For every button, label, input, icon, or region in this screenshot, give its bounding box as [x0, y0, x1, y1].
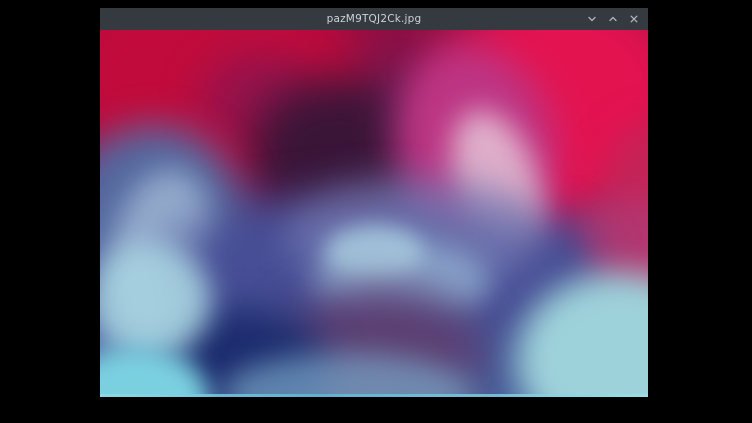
- close-button[interactable]: [626, 11, 642, 27]
- image-viewer-window: pazM9TQJ2Ck.jpg: [100, 8, 648, 397]
- ink-blob-cyan-swirl-small: [325, 225, 424, 280]
- minimize-button[interactable]: [584, 11, 600, 27]
- image-viewport: [100, 30, 648, 397]
- window-controls: [584, 8, 642, 30]
- window-titlebar[interactable]: pazM9TQJ2Ck.jpg: [100, 8, 648, 30]
- chevron-up-icon: [608, 14, 618, 24]
- window-title: pazM9TQJ2Ck.jpg: [100, 8, 648, 30]
- close-icon: [629, 14, 639, 24]
- desktop-background: pazM9TQJ2Ck.jpg: [0, 0, 752, 423]
- chevron-down-icon: [587, 14, 597, 24]
- maximize-button[interactable]: [605, 11, 621, 27]
